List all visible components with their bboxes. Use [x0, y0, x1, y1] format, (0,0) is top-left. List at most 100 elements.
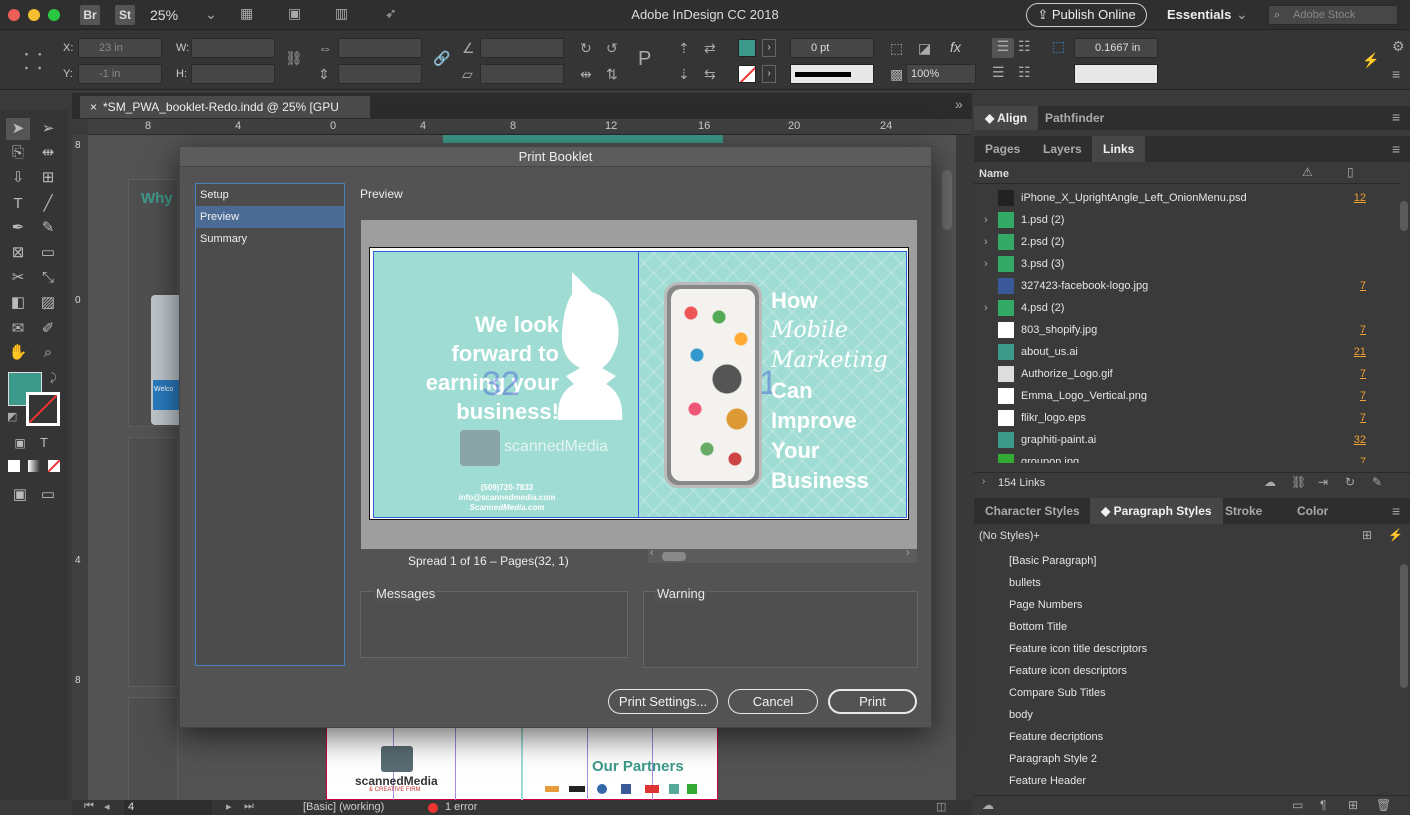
- apply-color-icon[interactable]: [8, 460, 20, 472]
- panel-menu-icon[interactable]: ≡: [1392, 503, 1400, 519]
- last-page-icon[interactable]: ⏭: [244, 800, 254, 813]
- stroke-menu-button[interactable]: ›: [762, 65, 776, 83]
- rotate-cw-icon[interactable]: ↻: [580, 40, 592, 57]
- screen-mode-tool-icon[interactable]: ▣: [8, 484, 32, 506]
- minimize-window-button[interactable]: [28, 9, 40, 21]
- stroke-color-swatch[interactable]: [26, 392, 60, 426]
- bridge-button[interactable]: Br: [80, 5, 100, 25]
- chevron-down-icon[interactable]: ⌄: [1236, 6, 1248, 23]
- direct-selection-tool-icon[interactable]: ➢: [36, 118, 60, 140]
- note-tool-icon[interactable]: ✉: [6, 318, 30, 340]
- link-row[interactable]: › 1.psd (2): [974, 209, 1374, 231]
- lightning-icon[interactable]: ⚡: [1388, 528, 1403, 542]
- tab-color[interactable]: Color: [1286, 498, 1339, 524]
- horizontal-ruler[interactable]: 8 4 0 4 8 12 16 20 24: [88, 119, 972, 135]
- select-previous-icon[interactable]: ⇄: [704, 40, 716, 57]
- link-row[interactable]: 803_shopify.jpg 7: [974, 319, 1374, 341]
- document-tab[interactable]: ×*SM_PWA_booklet-Redo.indd @ 25% [GPU Pr…: [80, 96, 370, 136]
- trash-icon[interactable]: 🗑: [1376, 798, 1391, 812]
- link-page-number[interactable]: 21: [1354, 341, 1366, 363]
- link-row[interactable]: about_us.ai 21: [974, 341, 1374, 363]
- zoom-level[interactable]: 25%: [150, 7, 178, 23]
- clear-overrides-icon[interactable]: ¶: [1320, 798, 1326, 812]
- tab-stroke[interactable]: Stroke: [1214, 498, 1273, 524]
- swap-colors-icon[interactable]: ⤸: [50, 372, 57, 385]
- tab-links[interactable]: Links: [1092, 136, 1146, 162]
- view-options-icon[interactable]: ▦: [240, 5, 253, 22]
- cloud-icon[interactable]: ☁: [982, 798, 994, 812]
- link-page-number[interactable]: 7: [1360, 407, 1366, 429]
- content-placer-icon[interactable]: ⊞: [36, 167, 60, 189]
- paragraph-style-item[interactable]: bullets: [974, 572, 1400, 594]
- stroke-type-select[interactable]: [790, 64, 874, 84]
- print-settings-button[interactable]: Print Settings...: [608, 689, 718, 714]
- split-window-icon[interactable]: ◫: [936, 800, 946, 813]
- paragraph-style-item[interactable]: [Basic Paragraph]: [974, 550, 1400, 572]
- apply-none-icon[interactable]: [48, 460, 60, 472]
- styles-scrollbar[interactable]: [1400, 564, 1408, 688]
- scale-x-field[interactable]: [338, 38, 422, 58]
- expand-chevron-icon[interactable]: ›: [984, 253, 988, 275]
- tab-pages[interactable]: Pages: [974, 136, 1031, 162]
- nav-summary[interactable]: Summary: [196, 228, 344, 250]
- content-collector-icon[interactable]: ⇩: [6, 167, 30, 189]
- nav-setup[interactable]: Setup: [196, 184, 344, 206]
- fill-menu-button[interactable]: ›: [762, 39, 776, 57]
- align-left-icon[interactable]: ☰: [992, 38, 1014, 58]
- scroll-thumb[interactable]: [662, 552, 686, 561]
- hand-tool-icon[interactable]: ✋: [6, 342, 30, 364]
- scroll-left-icon[interactable]: ‹: [650, 547, 654, 559]
- pen-tool-icon[interactable]: ✒: [6, 217, 30, 239]
- drop-shadow-icon[interactable]: ◪: [918, 40, 931, 57]
- cloud-icon[interactable]: ☁: [1264, 475, 1276, 489]
- stock-button[interactable]: St: [115, 5, 135, 25]
- rectangle-tool-icon[interactable]: ▭: [36, 242, 60, 264]
- link-page-number[interactable]: 7: [1360, 385, 1366, 407]
- link-row[interactable]: Emma_Logo_Vertical.png 7: [974, 385, 1374, 407]
- menu-icon[interactable]: ≡: [1392, 66, 1400, 82]
- close-tab-icon[interactable]: ×: [90, 100, 97, 114]
- adobe-stock-search-input[interactable]: ⌕ Adobe Stock: [1268, 5, 1398, 25]
- default-colors-icon[interactable]: ◩: [7, 410, 17, 423]
- constrain-link-icon[interactable]: ⛓: [285, 50, 303, 67]
- link-row[interactable]: iPhone_X_UprightAngle_Left_OnionMenu.psd…: [974, 187, 1374, 209]
- paragraph-style-item[interactable]: Feature decriptions: [974, 726, 1400, 748]
- paragraph-style-item[interactable]: Bottom Title: [974, 616, 1400, 638]
- links-scrollbar[interactable]: [1400, 201, 1408, 231]
- pencil-tool-icon[interactable]: ✎: [36, 217, 60, 239]
- tab-character-styles[interactable]: Character Styles: [974, 498, 1091, 524]
- chevron-right-icon[interactable]: ›: [982, 476, 985, 487]
- warning-icon[interactable]: ⚠: [1302, 165, 1313, 179]
- nav-preview[interactable]: Preview: [196, 206, 344, 228]
- links-name-header[interactable]: Name: [979, 168, 1009, 180]
- link-row[interactable]: graphiti-paint.ai 32: [974, 429, 1374, 451]
- free-transform-tool-icon[interactable]: ⤡: [36, 267, 60, 289]
- offset-field[interactable]: 0.1667 in: [1074, 38, 1158, 58]
- edit-original-icon[interactable]: ✎: [1372, 475, 1382, 489]
- reference-point-icon[interactable]: ⸬: [24, 46, 42, 76]
- link-row[interactable]: 327423-facebook-logo.jpg 7: [974, 275, 1374, 297]
- paragraph-style-item[interactable]: Compare Sub Titles: [974, 682, 1400, 704]
- arrange-documents-icon[interactable]: ▥: [335, 5, 348, 22]
- tab-align[interactable]: ◆ Align: [974, 106, 1039, 130]
- effects-fx-button[interactable]: fx: [950, 39, 961, 55]
- screen-mode-icon[interactable]: ▣: [288, 5, 301, 22]
- preview-scrollbar[interactable]: ‹ ›: [648, 547, 917, 563]
- stroke-swatch[interactable]: [738, 65, 756, 83]
- publish-online-button[interactable]: ⇪ Publish Online: [1026, 3, 1147, 27]
- paragraph-style-item[interactable]: Page Numbers: [974, 594, 1400, 616]
- panel-menu-icon[interactable]: ≡: [1392, 141, 1400, 157]
- tab-layers[interactable]: Layers: [1032, 136, 1093, 162]
- align-center-icon[interactable]: ☷: [1018, 38, 1031, 55]
- goto-link-icon[interactable]: ⇥: [1318, 475, 1328, 489]
- new-style-icon[interactable]: ⊞: [1348, 798, 1358, 812]
- link-page-number[interactable]: 7: [1360, 451, 1366, 463]
- preflight-error-label[interactable]: 1 error: [445, 801, 477, 813]
- apply-gradient-icon[interactable]: [28, 460, 40, 472]
- gradient-feather-tool-icon[interactable]: ▨: [36, 292, 60, 314]
- link-page-number[interactable]: 7: [1360, 319, 1366, 341]
- zoom-window-button[interactable]: [48, 9, 60, 21]
- link-page-number[interactable]: 7: [1360, 275, 1366, 297]
- scale-y-field[interactable]: [338, 64, 422, 84]
- fitting-frame-icon[interactable]: ⬚: [890, 40, 903, 57]
